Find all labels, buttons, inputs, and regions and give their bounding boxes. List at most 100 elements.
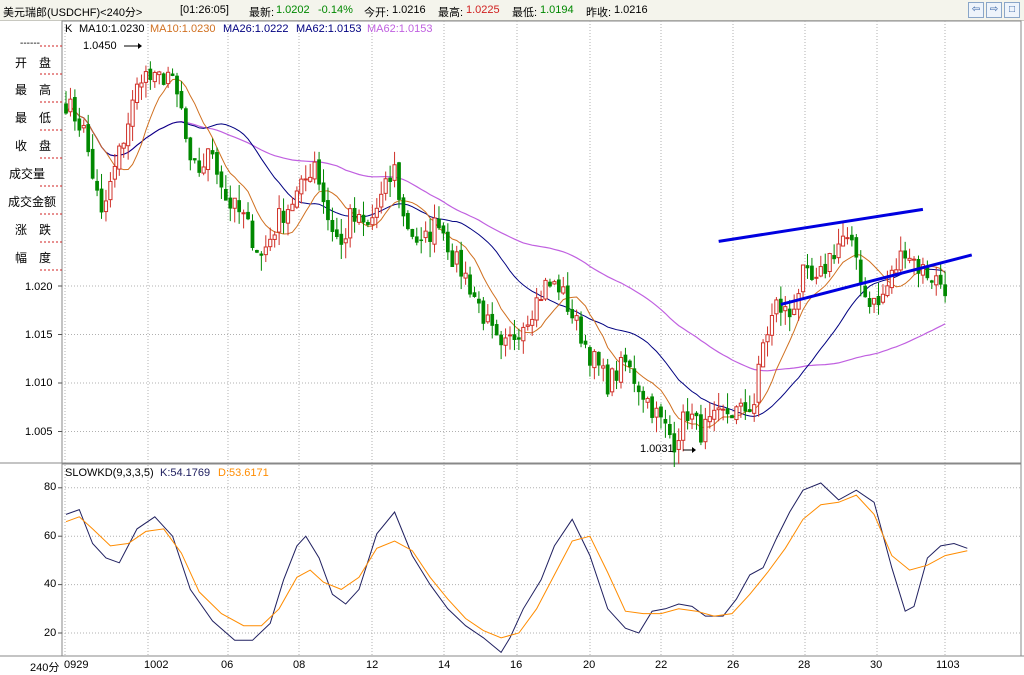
candle-body	[614, 370, 619, 381]
candle-body	[596, 351, 601, 366]
candle-body	[716, 407, 721, 411]
candle-body	[103, 200, 109, 213]
candle-body	[818, 266, 823, 277]
candle-body	[201, 166, 206, 174]
candle-body	[925, 266, 930, 279]
candle-body	[530, 318, 535, 326]
candle-body	[854, 237, 859, 258]
candle-body	[490, 313, 495, 326]
candle-body	[871, 297, 877, 305]
candle-body	[397, 162, 401, 200]
candle-body	[783, 306, 788, 312]
candle-body	[911, 258, 917, 261]
ma26-line	[65, 105, 946, 418]
candle-body	[285, 209, 291, 224]
candle-body	[667, 424, 672, 436]
legend-ma62a: MA62:1.0153	[296, 23, 362, 35]
xtick-30: 30	[870, 659, 883, 671]
legend-ma10b: MA10:1.0230	[150, 23, 216, 35]
xtick-16: 16	[510, 659, 523, 671]
candle-body	[832, 255, 836, 260]
candle-body	[406, 212, 410, 230]
candle-body	[64, 103, 68, 114]
candle-body	[112, 165, 117, 180]
candle-body	[943, 284, 947, 297]
chart-canvas[interactable]	[0, 0, 1024, 674]
candle-body	[477, 298, 481, 304]
candle-body	[929, 280, 934, 283]
candle-body	[756, 363, 761, 403]
candle-body	[543, 279, 548, 300]
period-label: 240分	[30, 662, 60, 674]
candle-body	[326, 200, 330, 221]
candle-body	[450, 250, 455, 267]
candle-body	[268, 238, 273, 248]
legend-k: K	[65, 23, 73, 35]
candle-body	[321, 182, 326, 203]
candle-body	[916, 259, 921, 274]
kd-ytick-20: 20	[44, 627, 57, 639]
candle-body	[205, 148, 211, 171]
candle-body	[898, 250, 903, 271]
candle-body	[894, 269, 899, 274]
candle-body	[601, 365, 606, 369]
candle-body	[885, 285, 890, 297]
panel-dash: ------	[20, 38, 40, 49]
panel-open: 开 盘	[15, 56, 52, 70]
xtick-22: 22	[655, 659, 668, 671]
candle-body	[121, 142, 126, 149]
candle-body	[99, 188, 104, 213]
candle-body	[676, 440, 681, 450]
candle-body	[77, 118, 82, 131]
candle-body	[188, 137, 193, 161]
candle-body	[507, 334, 513, 337]
candle-body	[778, 298, 783, 313]
kd-ytick-60: 60	[44, 530, 57, 542]
candle-body	[588, 347, 592, 366]
candle-body	[263, 246, 268, 256]
candle-body	[348, 208, 353, 239]
candle-body	[703, 418, 708, 443]
candle-body	[623, 354, 628, 363]
candle-body	[565, 285, 570, 312]
xtick-14: 14	[438, 659, 451, 671]
kd-legend-name: SLOWKD(9,3,3,5)	[65, 467, 154, 479]
candle-body	[743, 402, 748, 412]
candle-body	[414, 236, 419, 243]
trendline-resistance	[718, 207, 924, 243]
legend-ma62b: MA62:1.0153	[367, 23, 433, 35]
candle-body	[681, 411, 686, 441]
candle-body	[437, 218, 441, 229]
candle-body	[130, 99, 135, 127]
candle-body	[290, 203, 295, 212]
candle-body	[139, 82, 144, 88]
candle-body	[343, 238, 348, 244]
candle-body	[699, 414, 703, 443]
candle-body	[210, 150, 215, 155]
candle-body	[876, 295, 881, 306]
candle-body	[143, 71, 149, 83]
candle-body	[850, 234, 854, 241]
candle-body	[650, 396, 654, 418]
candle-body	[255, 249, 259, 253]
candle-body	[738, 402, 743, 407]
candle-body	[95, 180, 99, 191]
xtick-1002: 1002	[144, 659, 169, 671]
candle-body	[259, 253, 264, 256]
candle-body	[903, 250, 908, 259]
candle-body	[645, 397, 650, 403]
candle-body	[499, 334, 503, 346]
candle-body	[423, 230, 428, 239]
candle-body	[747, 409, 752, 413]
candle-body	[707, 416, 712, 423]
low-arrow-head	[692, 447, 696, 453]
candle-body	[827, 253, 832, 273]
candle-body	[632, 368, 637, 384]
xtick-26: 26	[727, 659, 740, 671]
kd-ytick-80: 80	[44, 481, 57, 493]
candle-body	[538, 299, 544, 302]
candle-body	[494, 324, 499, 336]
ma26-polyline	[65, 105, 946, 418]
candle-body	[583, 340, 588, 345]
candle-body	[730, 415, 734, 419]
